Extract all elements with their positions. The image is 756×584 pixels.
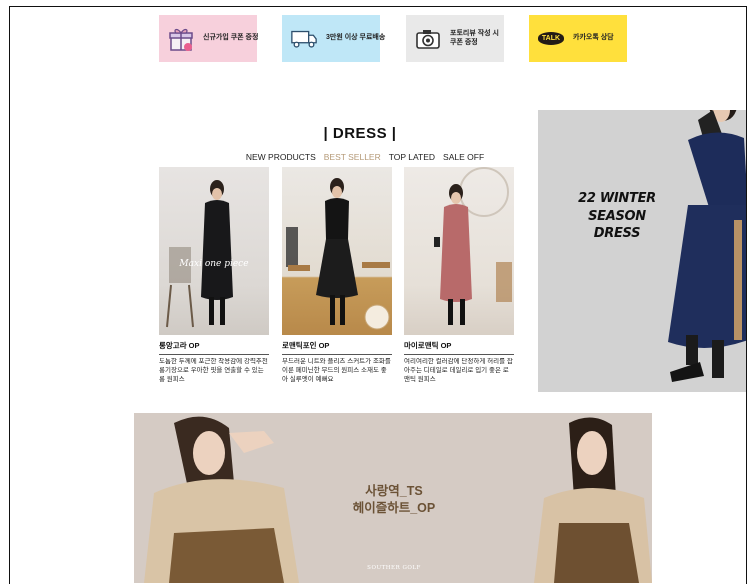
photo-review-banner[interactable]: 포토리뷰 작성 시 쿠폰 증정 — [406, 15, 504, 62]
signup-coupon-banner[interactable]: 신규가입 쿠폰 증정 — [159, 15, 259, 62]
product-name[interactable]: 로맨틱포인 OP — [282, 340, 392, 355]
kakao-talk-icon: TALK — [537, 25, 565, 53]
talk-badge: TALK — [537, 32, 565, 45]
product-desc: 부드러운 니트와 플리츠 스커트가 조화를 이룬 페미닌한 무드의 원피스 소재… — [282, 358, 391, 383]
page-frame: 신규가입 쿠폰 증정 3만원 이상 무료배송 포토리뷰 작성 시 쿠폰 증정 T… — [9, 6, 747, 584]
product-desc: 도톰한 두께에 포근한 착용감에 강력추천 롱기장으로 우아한 핏을 연출할 수… — [159, 358, 268, 383]
promo-text: 3만원 이상 무료배송 — [326, 34, 386, 42]
side-banner-line1: 22 WINTER SEASON — [578, 191, 656, 224]
gift-icon — [167, 25, 195, 53]
kakao-consult-banner[interactable]: TALK 카카오톡 상담 — [529, 15, 627, 62]
tab-best-seller[interactable]: BEST SELLER — [324, 152, 381, 162]
tab-new-products[interactable]: NEW PRODUCTS — [246, 152, 316, 162]
side-banner-text: 22 WINTER SEASON DRESS — [552, 190, 682, 243]
product-image[interactable] — [404, 167, 514, 335]
product-image[interactable] — [282, 167, 392, 335]
winter-season-banner[interactable]: 22 WINTER SEASON DRESS — [538, 110, 746, 392]
image-overlay-text: Maxi one piece — [179, 259, 249, 269]
tab-top-rated[interactable]: TOP LATED — [389, 152, 435, 162]
product-desc: 여리여리한 컬러감에 단정하게 허리를 잡아주는 디테일로 데일리로 입기 좋은… — [404, 358, 513, 383]
promo-text: 신규가입 쿠폰 증정 — [203, 34, 259, 42]
model-photo — [668, 110, 746, 382]
tab-sale-off[interactable]: SALE OFF — [443, 152, 484, 162]
side-banner-line2: DRESS — [593, 226, 641, 242]
promo-text-line1: 포토리뷰 작성 시 — [450, 29, 499, 37]
promo-text: 카카오톡 상담 — [573, 34, 614, 42]
camera-icon — [414, 25, 442, 53]
bottom-banner-text: 사랑역_TS 헤이즐하트_OP — [324, 483, 464, 517]
product-image[interactable]: Maxi one piece — [159, 167, 269, 335]
category-tabs: NEW PRODUCTS BEST SELLER TOP LATED SALE … — [245, 152, 485, 162]
bottom-banner-line1: 사랑역_TS — [365, 484, 423, 498]
section-title: | DRESS | — [323, 125, 397, 142]
promo-text-block: 포토리뷰 작성 시 쿠폰 증정 — [450, 30, 499, 48]
product-name[interactable]: 마이로맨틱 OP — [404, 340, 514, 355]
free-shipping-banner[interactable]: 3만원 이상 무료배송 — [282, 15, 385, 62]
promo-text-line2: 쿠폰 증정 — [450, 38, 478, 46]
product-card[interactable]: Maxi one piece 롱앙고라 OP 도톰한 두께에 포근한 착용감에 … — [159, 167, 269, 388]
product-card[interactable]: 마이로맨틱 OP 여리여리한 컬러감에 단정하게 허리를 잡아주는 디테일로 데… — [404, 167, 514, 388]
bottom-banner-line2: 헤이즐하트_OP — [352, 500, 436, 515]
product-card[interactable]: 로맨틱포인 OP 부드러운 니트와 플리츠 스커트가 조화를 이룬 페미닌한 무… — [282, 167, 392, 388]
bottom-promo-banner[interactable]: 사랑역_TS 헤이즐하트_OP SOUTHER GOLF — [134, 413, 652, 583]
truck-icon — [290, 25, 318, 53]
product-name[interactable]: 롱앙고라 OP — [159, 340, 269, 355]
bottom-banner-small-text: SOUTHER GOLF — [367, 565, 421, 571]
